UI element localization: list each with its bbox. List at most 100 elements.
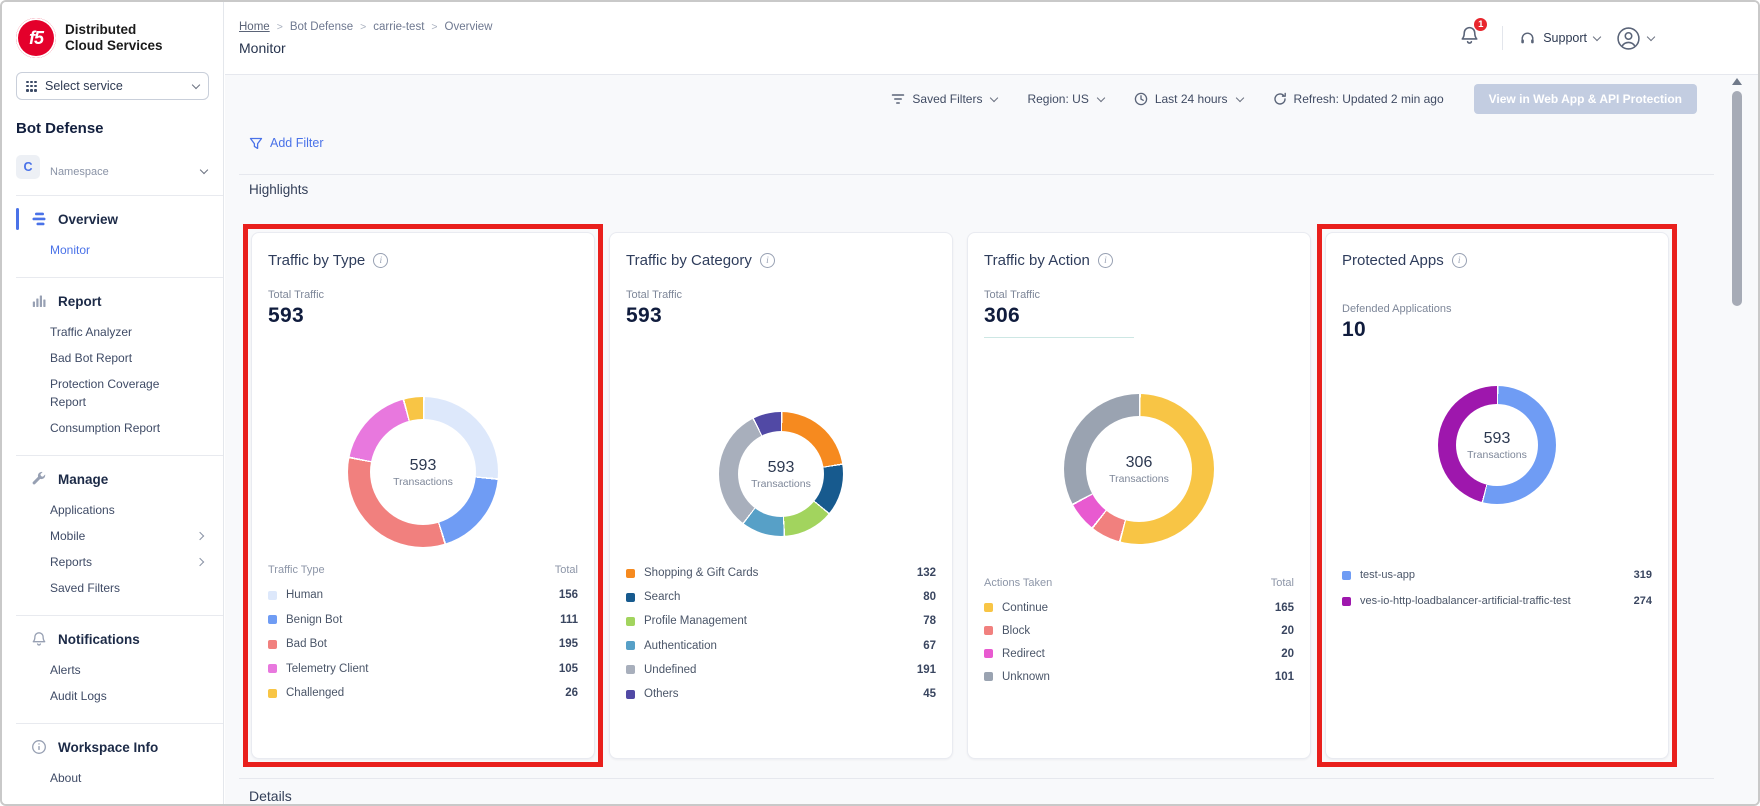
legend-label: test-us-app <box>1360 569 1415 581</box>
sidebar-item-bad-bot-report[interactable]: Bad Bot Report <box>2 345 223 371</box>
metric-label: Total Traffic <box>968 269 1310 301</box>
donut-chart[interactable]: 593Transactions <box>719 412 843 536</box>
sidebar-item-label: Traffic Analyzer <box>50 323 132 341</box>
sidebar-item-consumption-report[interactable]: Consumption Report <box>2 415 223 441</box>
metric-value: 306 <box>968 301 1310 328</box>
product-title: Bot Defense <box>2 100 223 137</box>
chart-legend: Actions TakenTotal Continue165Block20Redi… <box>984 577 1294 688</box>
legend-row: Redirect20 <box>984 642 1294 665</box>
namespace-selector[interactable]: C Namespace <box>2 137 223 195</box>
page-title: Monitor <box>239 40 286 56</box>
sidebar-item-protection-coverage-report[interactable]: Protection Coverage Report <box>2 371 223 415</box>
metric-value: 593 <box>252 301 594 328</box>
legend-row: Profile Management78 <box>626 609 936 633</box>
report-icon <box>31 293 47 309</box>
add-filter-button[interactable]: Add Filter <box>249 136 324 150</box>
legend-header: Traffic TypeTotal <box>268 564 578 576</box>
donut-chart[interactable]: 306Transactions <box>1064 394 1214 544</box>
main-area: Home > Bot Defense > carrie-test > Overv… <box>225 2 1758 804</box>
service-selector[interactable]: Select service <box>16 72 209 100</box>
legend-value: 191 <box>911 664 936 676</box>
sidebar-section-children: Traffic Analyzer Bad Bot ReportProtection… <box>2 317 223 455</box>
legend-swatch <box>626 593 635 602</box>
region-dropdown[interactable]: Region: US <box>1027 92 1103 106</box>
view-in-waap-button[interactable]: View in Web App & API Protection <box>1474 84 1697 114</box>
donut-chart[interactable]: 593Transactions <box>1438 386 1556 504</box>
legend-value: 20 <box>1275 648 1294 660</box>
breadcrumb-home-link[interactable]: Home <box>239 21 270 33</box>
sidebar-item-alerts[interactable]: Alerts <box>2 657 223 683</box>
sidebar-item-label: Applications <box>50 501 115 519</box>
legend-value: 165 <box>1269 602 1294 614</box>
time-range-dropdown[interactable]: Last 24 hours <box>1134 92 1243 106</box>
legend-label: Search <box>644 591 680 603</box>
saved-filters-dropdown[interactable]: Saved Filters <box>891 92 997 106</box>
sidebar-item-traffic-analyzer[interactable]: Traffic Analyzer <box>2 319 223 345</box>
sidebar-item-label: Reports <box>50 553 92 571</box>
info-icon[interactable]: i <box>373 253 388 268</box>
legend-swatch <box>626 665 635 674</box>
metric-underline <box>984 337 1134 338</box>
chevron-down-icon <box>1097 93 1105 101</box>
notifications-bell-button[interactable]: 1 <box>1459 25 1486 51</box>
notifications-icon <box>31 631 47 647</box>
sidebar: f5 Distributed Cloud Services Select ser… <box>2 2 224 804</box>
info-icon[interactable]: i <box>760 253 775 268</box>
brand-logo: f5 Distributed Cloud Services <box>2 2 223 64</box>
scrollbar-thumb[interactable] <box>1732 91 1742 306</box>
donut-center-value: 593 <box>1484 430 1511 448</box>
legend-row: Block20 <box>984 619 1294 642</box>
support-menu[interactable]: Support <box>1519 30 1600 47</box>
sidebar-section-children: About <box>2 763 223 805</box>
legend-row: Authentication67 <box>626 634 936 658</box>
sidebar-item-reports[interactable]: Reports <box>2 549 223 575</box>
sidebar-section-overview[interactable]: Overview <box>2 196 223 235</box>
sidebar-item-about[interactable]: About <box>2 765 223 791</box>
sidebar-section-report[interactable]: Report <box>2 278 223 317</box>
sidebar-item-audit-logs[interactable]: Audit Logs <box>2 683 223 709</box>
sidebar-section-notifications[interactable]: Notifications <box>2 616 223 655</box>
legend-label: Shopping & Gift Cards <box>644 567 758 579</box>
main-header: Home > Bot Defense > carrie-test > Overv… <box>225 2 1758 75</box>
legend-swatch <box>1342 597 1351 606</box>
chart-legend: Traffic TypeTotalHuman156Benign Bot111Ba… <box>268 564 578 706</box>
legend-header: Actions TakenTotal <box>984 577 1294 589</box>
refresh-button[interactable]: Refresh: Updated 2 min ago <box>1273 92 1444 106</box>
legend-header-left: Traffic Type <box>268 564 325 576</box>
legend-row: Continue165 <box>984 596 1294 619</box>
sidebar-item-saved-filters[interactable]: Saved Filters <box>2 575 223 601</box>
metric-label: Defended Applications <box>1326 269 1668 315</box>
info-icon[interactable]: i <box>1098 253 1113 268</box>
legend-swatch <box>626 641 635 650</box>
legend-value: 274 <box>1628 595 1652 607</box>
legend-label: Telemetry Client <box>286 663 368 675</box>
legend-value: 80 <box>917 591 936 603</box>
donut-chart[interactable]: 593Transactions <box>348 397 498 547</box>
chevron-right-icon <box>196 532 204 540</box>
card-protected-apps: Protected AppsiDefended Applications1059… <box>1325 232 1669 759</box>
sidebar-item-applications[interactable]: Applications <box>2 497 223 523</box>
legend-value: 105 <box>553 663 578 675</box>
info-icon[interactable]: i <box>1452 253 1467 268</box>
user-account-menu[interactable] <box>1616 26 1654 51</box>
legend-row: Human156 <box>268 583 578 608</box>
filter-toolbar: Saved Filters Region: US Last 24 hours R… <box>225 76 1758 122</box>
sidebar-section-workspace-info[interactable]: Workspace Info <box>2 724 223 763</box>
legend-row: Bad Bot195 <box>268 632 578 657</box>
legend-value: 319 <box>1628 569 1652 581</box>
donut-center-label: Transactions <box>1467 449 1527 461</box>
sidebar-item-mobile[interactable]: Mobile <box>2 523 223 549</box>
highlights-section-title: Highlights <box>249 182 308 197</box>
sidebar-section-manage[interactable]: Manage <box>2 456 223 495</box>
sidebar-item-monitor[interactable]: Monitor <box>2 237 223 263</box>
legend-row: Search 80 <box>626 585 936 609</box>
card-traffic-by-type: Traffic by TypeiTotal Traffic593593Trans… <box>251 232 595 759</box>
sidebar-section-label: Notifications <box>58 632 140 647</box>
chevron-down-icon <box>200 166 208 174</box>
highlights-cards: Traffic by TypeiTotal Traffic593593Trans… <box>251 232 1669 759</box>
scroll-up-arrow-icon[interactable] <box>1732 78 1742 85</box>
chart-legend: test-us-app319ves-io-http-loadbalancer-a… <box>1342 562 1652 614</box>
vertical-scrollbar[interactable] <box>1731 78 1743 804</box>
legend-label: Authentication <box>644 640 717 652</box>
legend-header-right: Total <box>1271 577 1294 589</box>
